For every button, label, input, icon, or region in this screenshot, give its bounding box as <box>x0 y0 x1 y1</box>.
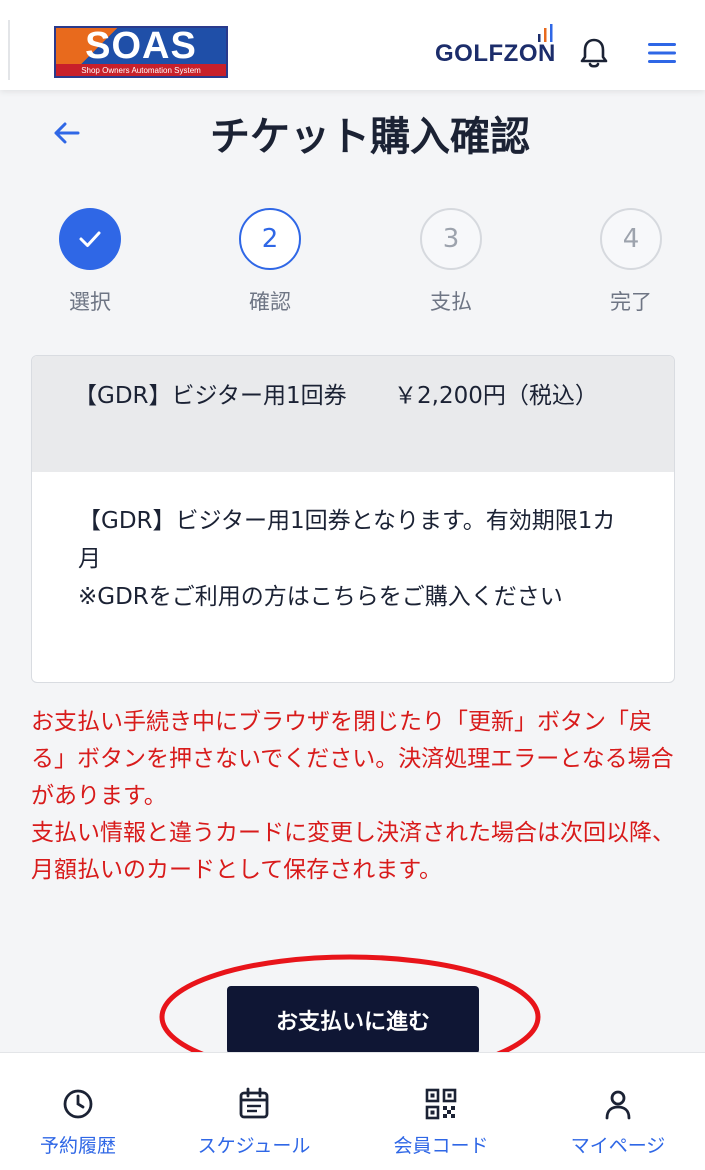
user-icon <box>605 1090 631 1120</box>
step-complete: 4 完了 <box>571 208 691 316</box>
ticket-card-header: 【GDR】ビジター用1回券 ￥2,200円（税込） <box>32 356 674 472</box>
clock-icon <box>63 1089 93 1119</box>
step-payment: 3 支払 <box>391 208 511 316</box>
step-label: 完了 <box>610 290 652 314</box>
bell-icon[interactable] <box>578 36 610 70</box>
step-label: 支払 <box>430 290 472 314</box>
check-icon <box>79 231 101 247</box>
bottom-navigation: 予約履歴 スケジュール 会員コード マイページ <box>0 1052 705 1170</box>
logo-subtitle: Shop Owners Automation System <box>81 66 201 75</box>
golfzon-brand: GOLFZON <box>435 40 556 67</box>
header-edge-divider <box>8 20 10 80</box>
nav-reservation-history[interactable]: 予約履歴 <box>0 1087 163 1158</box>
step-select: 選択 <box>30 208 150 316</box>
hamburger-menu-icon[interactable] <box>646 40 678 66</box>
step-label: 確認 <box>249 290 291 314</box>
ticket-description: 【GDR】ビジター用1回券となります。有効期限1カ月 ※GDRをご利用の方はこち… <box>78 508 616 610</box>
calendar-icon <box>239 1087 269 1119</box>
nav-schedule[interactable]: スケジュール <box>169 1087 339 1158</box>
nav-label: スケジュール <box>197 1135 311 1157</box>
ticket-price: ￥2,200円（税込） <box>394 383 598 409</box>
nav-my-page[interactable]: マイページ <box>533 1087 703 1158</box>
step-check-circle <box>59 208 121 270</box>
step-number: 2 <box>239 208 301 270</box>
qr-code-icon <box>425 1088 457 1120</box>
step-label: 選択 <box>69 290 111 314</box>
nav-label: 予約履歴 <box>39 1135 116 1157</box>
nav-label: マイページ <box>570 1135 666 1157</box>
arrow-left-icon[interactable] <box>50 116 84 150</box>
page-title: チケット購入確認 <box>210 114 530 160</box>
nav-label: 会員コード <box>393 1135 489 1157</box>
nav-member-code[interactable]: 会員コード <box>356 1087 526 1158</box>
payment-warning: お支払い手続き中にブラウザを閉じたり「更新」ボタン「戻る」ボタンを押さないでくだ… <box>31 709 675 883</box>
step-confirm: 2 確認 <box>210 208 330 316</box>
ticket-name: 【GDR】ビジター用1回券 <box>74 383 347 409</box>
app-header: SOAS Shop Owners Automation System GOLFZ… <box>0 0 705 90</box>
step-number: 4 <box>600 208 662 270</box>
golfzon-bars-icon <box>538 24 553 42</box>
soas-logo[interactable]: SOAS Shop Owners Automation System <box>54 26 228 78</box>
logo-text: SOAS <box>85 26 197 67</box>
ticket-card: 【GDR】ビジター用1回券 ￥2,200円（税込） 【GDR】ビジター用1回券と… <box>31 355 675 683</box>
step-number: 3 <box>420 208 482 270</box>
